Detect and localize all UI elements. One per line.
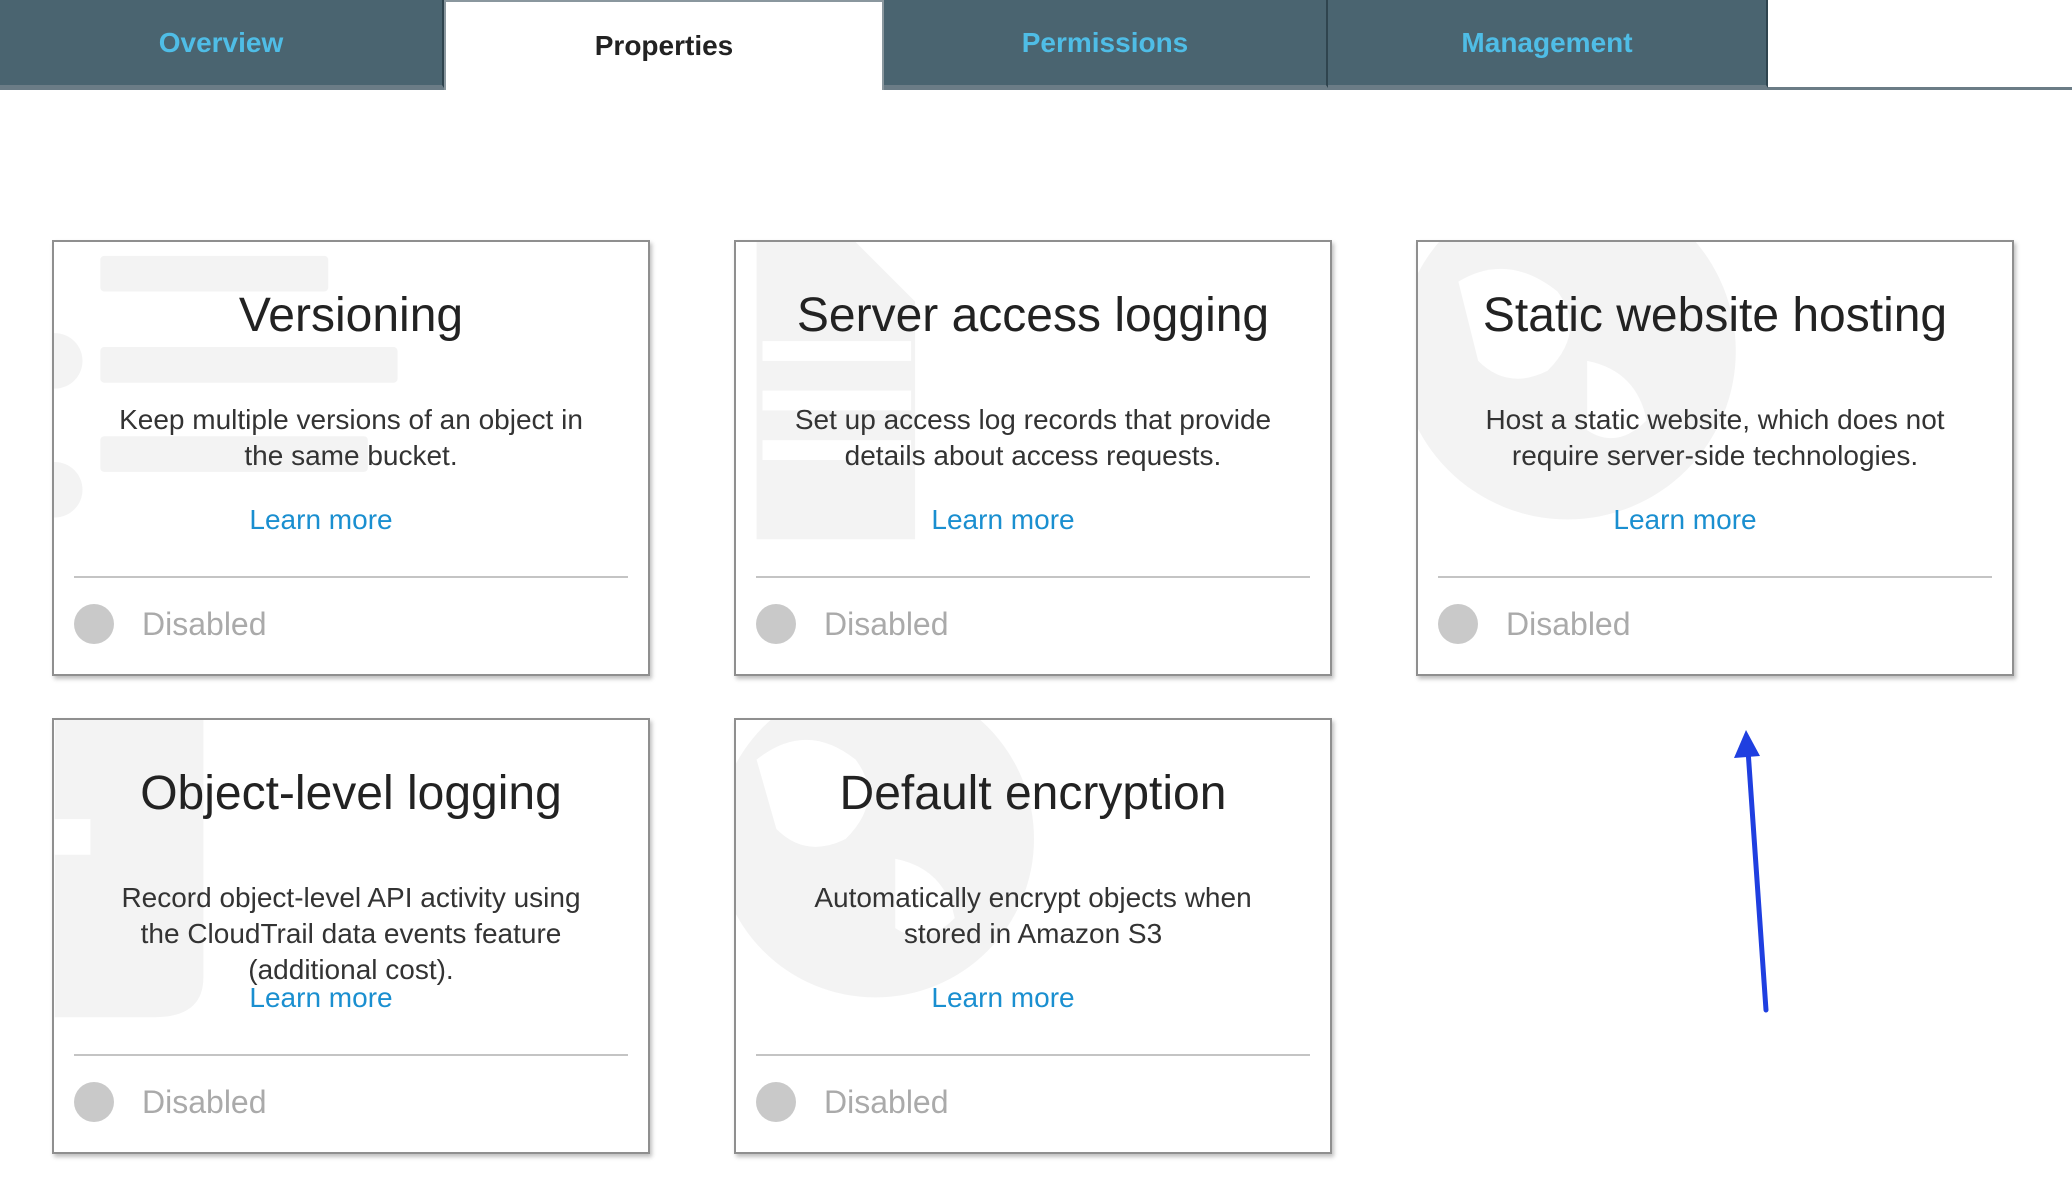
learn-more-label[interactable]: Learn more <box>931 982 1074 1013</box>
status-text: Disabled <box>1506 605 1631 642</box>
default-encryption-card[interactable]: Default encryption Automatically encrypt… <box>734 718 1332 1154</box>
status-indicator: Disabled <box>756 1082 949 1122</box>
card-divider <box>74 576 628 578</box>
card-description: Host a static website, which does not re… <box>1485 404 1945 471</box>
versioning-card[interactable]: Versioning Keep multiple versions of an … <box>52 240 650 676</box>
learn-more-label[interactable]: Learn more <box>249 504 392 535</box>
card-divider <box>756 1054 1310 1056</box>
tab-permissions[interactable]: Permissions <box>884 0 1328 88</box>
card-title: Server access logging <box>796 289 1270 342</box>
status-indicator: Disabled <box>74 604 267 644</box>
learn-more-link[interactable]: Learn more <box>54 982 648 1014</box>
learn-more-label[interactable]: Learn more <box>249 982 392 1013</box>
status-dot-icon <box>756 1082 796 1122</box>
learn-more-link[interactable]: Learn more <box>736 504 1330 536</box>
static-website-hosting-card[interactable]: Static website hosting Host a static web… <box>1416 240 2014 676</box>
card-divider <box>756 576 1310 578</box>
learn-more-link[interactable]: Learn more <box>736 982 1330 1014</box>
status-indicator: Disabled <box>1438 604 1631 644</box>
tab-bar: Overview Properties Permissions Manageme… <box>0 0 2072 90</box>
card-title: Object-level logging <box>140 767 562 820</box>
card-title: Static website hosting <box>1482 289 1948 342</box>
tab-management[interactable]: Management <box>1328 0 1768 88</box>
status-dot-icon <box>1438 604 1478 644</box>
card-divider <box>74 1054 628 1056</box>
card-title: Versioning <box>238 289 464 342</box>
status-text: Disabled <box>824 1083 949 1120</box>
card-description: Keep multiple versions of an object in t… <box>119 404 583 471</box>
status-indicator: Disabled <box>756 604 949 644</box>
server-access-logging-card[interactable]: Server access logging Set up access log … <box>734 240 1332 676</box>
status-dot-icon <box>74 604 114 644</box>
learn-more-link[interactable]: Learn more <box>1418 504 2012 536</box>
status-dot-icon <box>74 1082 114 1122</box>
card-title: Default encryption <box>839 767 1227 820</box>
object-level-logging-card[interactable]: Object-level logging Record object-level… <box>52 718 650 1154</box>
learn-more-label[interactable]: Learn more <box>931 504 1074 535</box>
tab-properties[interactable]: Properties <box>444 0 884 90</box>
card-description: Set up access log records that provide d… <box>794 404 1272 471</box>
status-text: Disabled <box>142 605 267 642</box>
status-text: Disabled <box>142 1083 267 1120</box>
card-description: Record object-level API activity using t… <box>121 882 581 985</box>
status-text: Disabled <box>824 605 949 642</box>
status-dot-icon <box>756 604 796 644</box>
card-description: Automatically encrypt objects when store… <box>814 882 1252 949</box>
learn-more-label[interactable]: Learn more <box>1613 504 1756 535</box>
card-divider <box>1438 576 1992 578</box>
status-indicator: Disabled <box>74 1082 267 1122</box>
tab-overview[interactable]: Overview <box>0 0 444 88</box>
learn-more-link[interactable]: Learn more <box>54 504 648 536</box>
arrow-up-icon <box>1734 730 1769 1013</box>
